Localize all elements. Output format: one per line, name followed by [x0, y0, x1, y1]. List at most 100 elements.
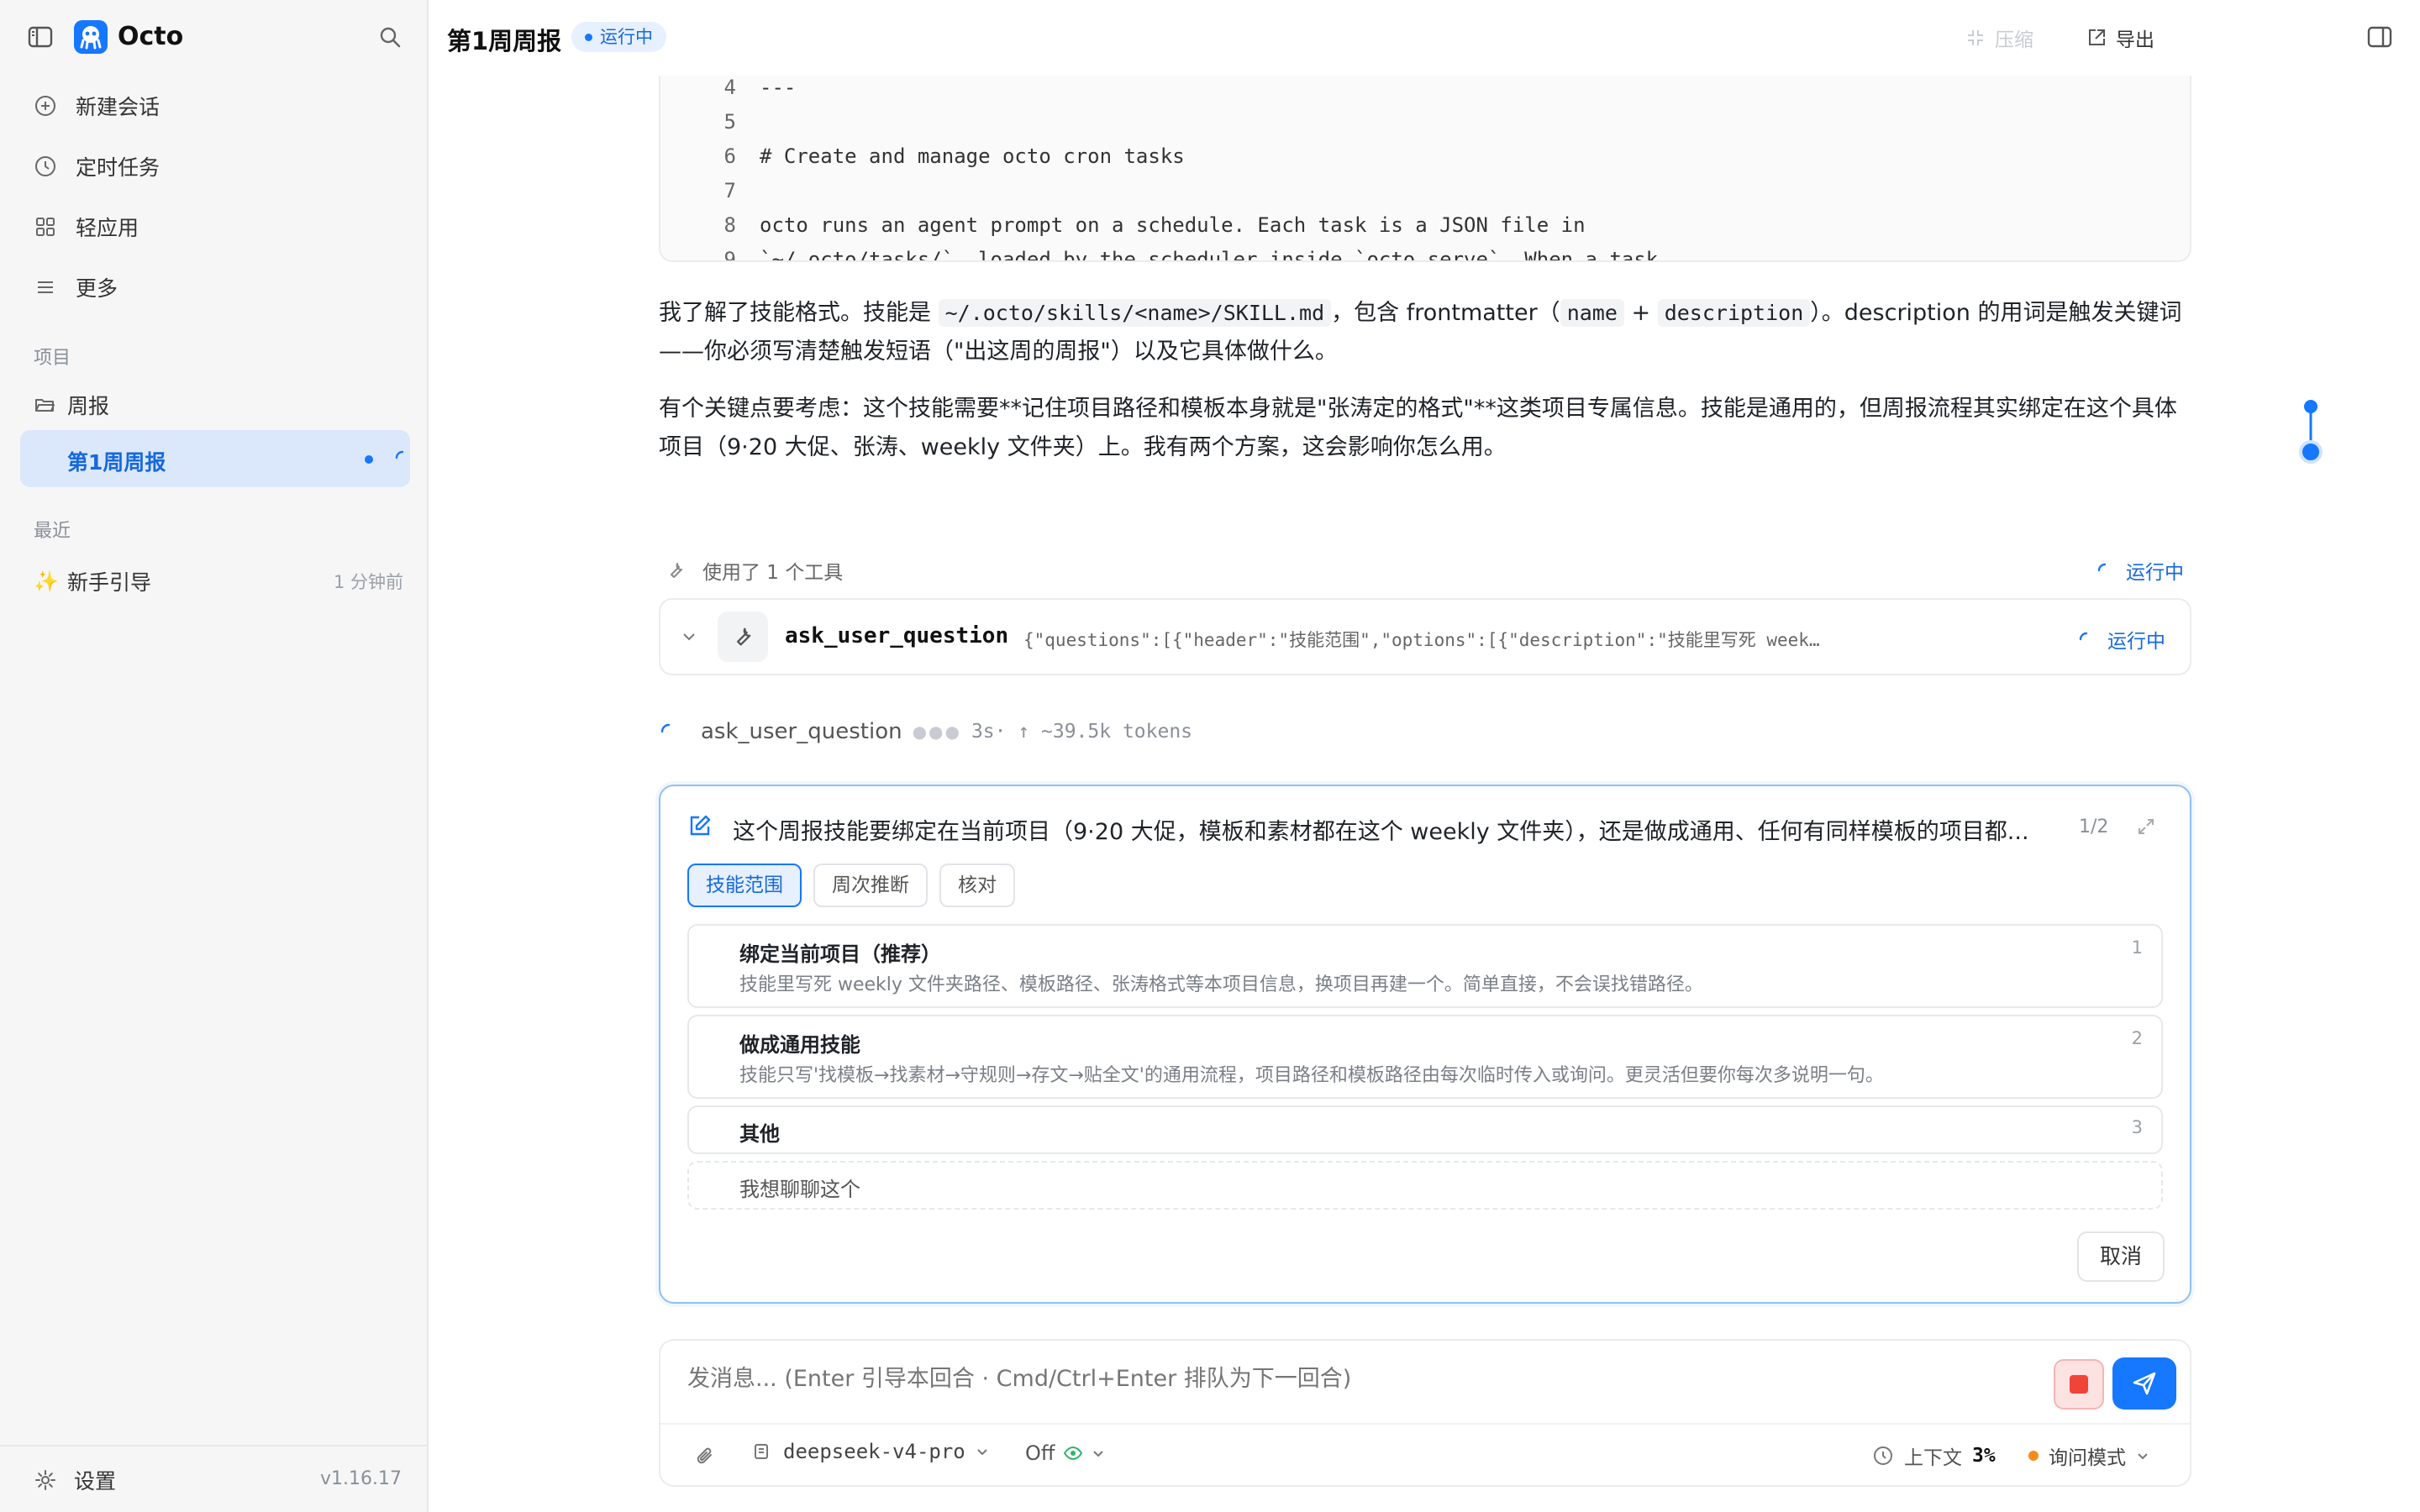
progress-meta: 3s· ↑ ~39.5k tokens: [971, 721, 1193, 743]
export-icon: [2086, 27, 2107, 49]
compress-label: 压缩: [1995, 29, 2033, 51]
nav-light-apps[interactable]: 轻应用: [34, 205, 403, 249]
sidebar-toggle-icon[interactable]: [27, 24, 54, 50]
send-button[interactable]: [2112, 1357, 2176, 1410]
version-label: v1.16.17: [320, 1468, 402, 1489]
unread-dot: [365, 455, 373, 464]
code-line: 9 `~/.octo/tasks/`, loaded by the schedul…: [723, 248, 1659, 262]
search-icon[interactable]: [376, 24, 403, 50]
edit-icon: [687, 813, 713, 838]
session-item-active[interactable]: 第1周周报: [20, 430, 410, 487]
chevron-down-icon[interactable]: [679, 627, 699, 647]
export-button[interactable]: 导出: [2086, 24, 2154, 52]
session-label: 第1周周报: [67, 450, 166, 475]
question-text: 这个周报技能要绑定在当前项目（9·20 大促，模板和素材都在这个 weekly …: [733, 819, 2029, 845]
plus-circle-icon: [34, 94, 57, 118]
wrench-icon: [718, 612, 768, 662]
code-line: 5: [723, 110, 736, 134]
stop-button[interactable]: [2054, 1359, 2104, 1410]
mode-selector[interactable]: 询问模式: [2028, 1441, 2151, 1470]
expand-icon[interactable]: [2136, 816, 2156, 837]
chevron-down-icon: [1093, 1451, 1104, 1457]
option-1[interactable]: 绑定当前项目（推荐） 技能里写死 weekly 文件夹路径、模板路径、张涛格式等…: [687, 924, 2163, 1008]
inline-code: description: [1657, 299, 1811, 327]
recent-item-time: 1 分钟前: [333, 572, 403, 592]
paperclip-icon[interactable]: [694, 1445, 718, 1468]
send-icon: [2133, 1372, 2156, 1395]
recent-section-label: 最近: [34, 521, 71, 542]
assistant-paragraph: 我了解了技能格式。技能是 ~/.octo/skills/<name>/SKILL…: [659, 299, 2182, 365]
composer: deepseek-v4-pro Off 上下文 3% 询问模式: [659, 1339, 2191, 1487]
inline-code: name: [1560, 299, 1624, 327]
code-line: 4 ---: [723, 76, 797, 99]
nav-label: 轻应用: [76, 216, 139, 240]
tool-progress: ask_user_question ●●● 3s· ↑ ~39.5k token…: [659, 719, 1192, 744]
progress-tool-name: ask_user_question: [701, 719, 902, 744]
option-3[interactable]: 其他 3: [687, 1105, 2163, 1154]
tool-call-card[interactable]: ask_user_question {"questions":[{"header…: [659, 598, 2191, 675]
page-title: 第1周周报: [447, 27, 562, 55]
app-name: Octo: [118, 22, 184, 51]
nav-scheduled-tasks[interactable]: 定时任务: [34, 144, 403, 188]
wrench-icon: [666, 560, 686, 580]
context-label: 上下文: [1904, 1447, 1962, 1469]
chevron-down-icon: [977, 1449, 987, 1456]
nav-new-chat[interactable]: 新建会话: [34, 84, 403, 128]
tool-name: ask_user_question: [785, 623, 1009, 648]
sidebar-header: Octo: [0, 0, 429, 76]
compress-button[interactable]: 压缩: [1965, 24, 2033, 52]
nav-more[interactable]: 更多: [34, 265, 403, 309]
octo-logo-icon: [74, 20, 108, 54]
sparkle-icon: ✨: [34, 570, 59, 593]
nav-label: 定时任务: [76, 155, 160, 180]
option-desc: 技能只写'找模板→找素材→守规则→存文→贴全文'的通用流程，项目路径和模板路径由…: [739, 1065, 1884, 1086]
recent-item-label: 新手引导: [67, 570, 152, 595]
option-number: 1: [2131, 937, 2143, 958]
loading-spinner-icon: [2077, 630, 2096, 648]
sidebar: Octo 新建会话 定时任务 轻应用 更多 项目 周报 第1周周报 最近 ✨ 新…: [0, 0, 429, 1512]
menu-icon: [34, 276, 57, 299]
export-label: 导出: [2116, 29, 2154, 51]
chevron-down-icon: [2138, 1453, 2148, 1460]
settings-button[interactable]: 设置: [34, 1465, 116, 1495]
status-label: 运行中: [2107, 631, 2165, 653]
project-folder-label: 周报: [67, 394, 110, 418]
tool-usage-status: 运行中: [2096, 556, 2184, 585]
code-block: 4 --- 5 6 # Create and manage octo cron ta…: [659, 76, 2191, 262]
loading-spinner-icon: [2096, 561, 2114, 580]
tool-call-status: 运行中: [2077, 625, 2165, 654]
cancel-button[interactable]: 取消: [2077, 1231, 2165, 1282]
status-badge: 运行中: [571, 22, 666, 52]
recent-item[interactable]: ✨ 新手引导 1 分钟前: [34, 564, 403, 598]
code-line: 6 # Create and manage octo cron tasks: [723, 144, 1185, 168]
nav-label: 新建会话: [76, 95, 160, 119]
grid-icon: [34, 215, 57, 239]
message-input[interactable]: [687, 1366, 1998, 1392]
tab-skill-scope[interactable]: 技能范围: [687, 864, 802, 907]
question-counter: 1/2: [2079, 816, 2109, 837]
conversation-timeline-icon[interactable]: [2299, 398, 2323, 465]
tab-week-inference[interactable]: 周次推断: [813, 864, 928, 907]
model-icon: [751, 1441, 771, 1462]
question-tabs: 技能范围 周次推断 核对: [687, 864, 1027, 907]
option-title: 做成通用技能: [739, 1033, 860, 1057]
code-line: 8 octo runs an agent prompt on a schedule…: [723, 213, 1586, 237]
mode-label: 询问模式: [2049, 1447, 2126, 1469]
model-selector[interactable]: deepseek-v4-pro: [751, 1440, 991, 1463]
compress-icon: [1965, 27, 1986, 49]
tab-verify[interactable]: 核对: [939, 864, 1015, 907]
project-folder[interactable]: 周报: [34, 388, 109, 422]
chat-option[interactable]: 我想聊聊这个: [687, 1161, 2163, 1210]
option-title: 绑定当前项目（推荐）: [739, 942, 941, 966]
question-card: 这个周报技能要绑定在当前项目（9·20 大促，模板和素材都在这个 weekly …: [659, 785, 2191, 1304]
option-desc: 技能里写死 weekly 文件夹路径、模板路径、张涛格式等本项目信息，换项目再建…: [739, 974, 1703, 995]
thinking-toggle[interactable]: Off: [1025, 1441, 1107, 1465]
status-label: 运行中: [2126, 562, 2184, 584]
chat-option-label: 我想聊聊这个: [739, 1178, 860, 1201]
inline-code: ~/.octo/skills/<name>/SKILL.md: [938, 299, 1332, 327]
tool-usage-summary[interactable]: 使用了 1 个工具: [666, 556, 843, 585]
option-2[interactable]: 做成通用技能 技能只写'找模板→找素材→守规则→存文→贴全文'的通用流程，项目路…: [687, 1015, 2163, 1099]
tool-usage-label: 使用了 1 个工具: [702, 562, 844, 584]
mode-status-dot: [2028, 1451, 2039, 1461]
panel-toggle-icon[interactable]: [2366, 24, 2393, 50]
